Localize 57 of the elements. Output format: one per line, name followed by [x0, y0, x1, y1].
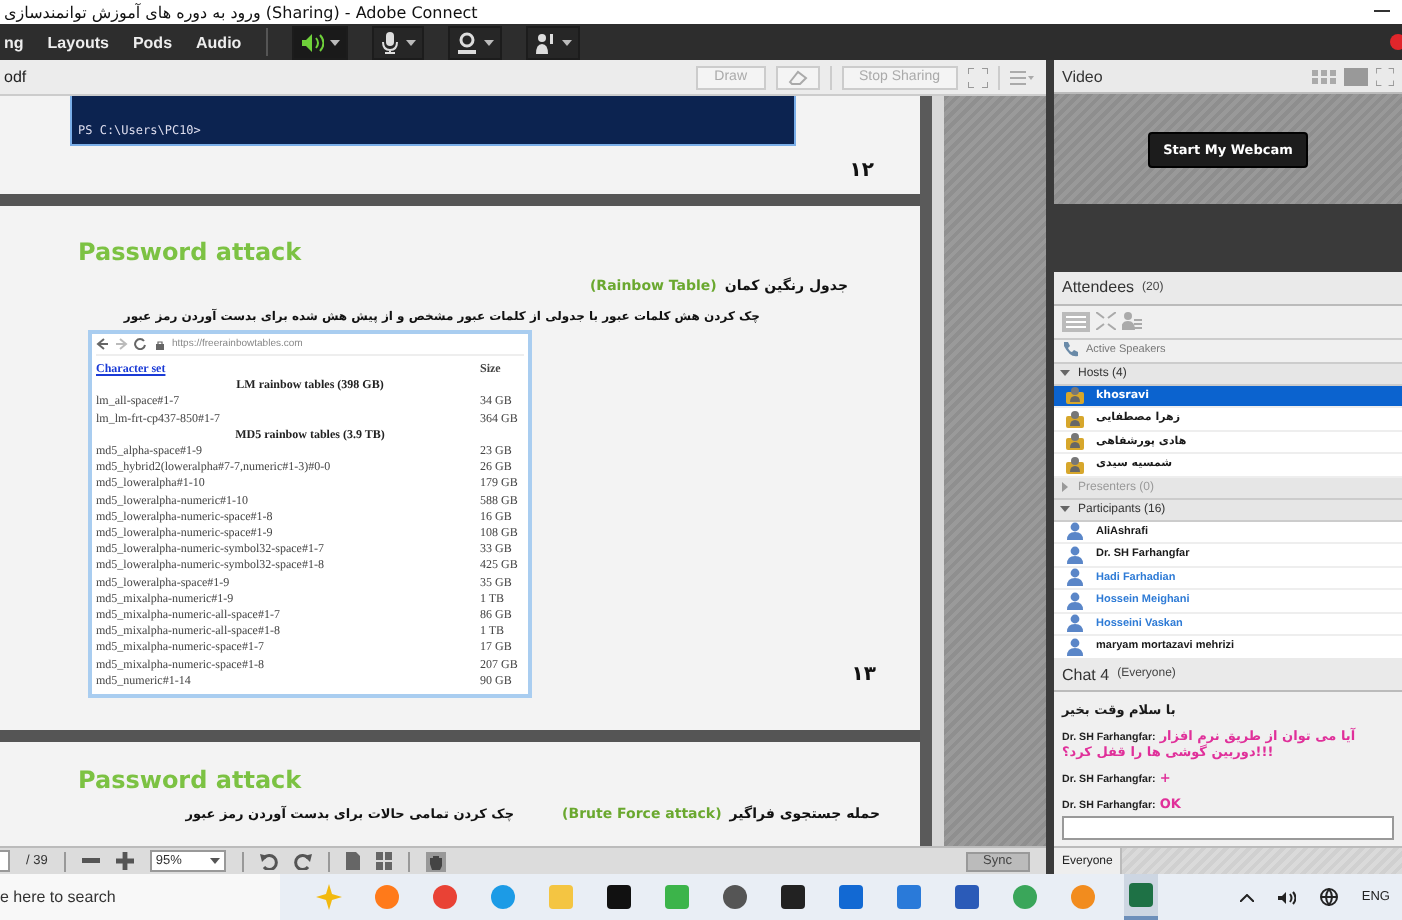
- eraser-icon: [787, 69, 808, 85]
- person-icon: [1066, 522, 1084, 541]
- person-icon: [1066, 545, 1084, 564]
- host-icon: [1066, 409, 1084, 428]
- chat-input-field[interactable]: [1062, 816, 1394, 840]
- person-icon: [1066, 568, 1084, 587]
- person-icon: [1066, 614, 1084, 633]
- media-toggle[interactable]: [447, 25, 502, 59]
- globe-icon[interactable]: [1319, 888, 1338, 906]
- menu-item[interactable]: Audio: [196, 33, 242, 51]
- eraser-button[interactable]: [775, 65, 820, 89]
- chevron-up-icon[interactable]: [1239, 893, 1254, 901]
- caret-icon: [209, 858, 220, 864]
- zoom-out-icon[interactable]: [81, 858, 100, 864]
- hand-tool-icon[interactable]: [425, 851, 446, 871]
- minimize-icon[interactable]: [1374, 10, 1390, 14]
- slide-heading: Password attack: [78, 238, 304, 266]
- scrollbar-thumb[interactable]: [932, 96, 944, 846]
- record-indicator-icon: [1390, 34, 1402, 50]
- undo-icon[interactable]: [259, 853, 278, 869]
- menu-item[interactable]: ng: [4, 33, 24, 51]
- caret-icon: [483, 39, 494, 45]
- phone-icon: [1062, 342, 1078, 359]
- caret-icon: [405, 39, 416, 45]
- host-icon: [1066, 432, 1084, 451]
- zoom-in-icon[interactable]: [115, 852, 134, 870]
- search-field[interactable]: e here to search: [0, 874, 280, 920]
- slide-heading: Password attack: [78, 766, 304, 794]
- fullscreen-icon[interactable]: [1376, 67, 1394, 85]
- fullscreen-icon[interactable]: [968, 67, 988, 87]
- speaker-icon[interactable]: [1277, 889, 1296, 905]
- person-icon: [1066, 637, 1084, 656]
- media-toggle[interactable]: [371, 25, 424, 59]
- pod-title: Attendees: [1062, 278, 1135, 297]
- two-page-icon[interactable]: [375, 852, 392, 870]
- menu-item[interactable]: Layouts: [47, 33, 109, 51]
- caret-icon: [1060, 368, 1070, 379]
- redo-icon[interactable]: [293, 853, 312, 869]
- pod-title: Video: [1062, 67, 1103, 85]
- media-toggle[interactable]: [525, 25, 580, 59]
- page-number: ۱۳: [851, 664, 876, 686]
- page-input-field[interactable]: [0, 850, 10, 872]
- person-icon: [1066, 591, 1084, 610]
- single-page-icon[interactable]: [345, 852, 360, 870]
- caret-icon: [561, 39, 572, 45]
- pod-title: odf: [4, 68, 27, 86]
- host-icon: [1066, 386, 1084, 405]
- single-view-icon[interactable]: [1344, 67, 1368, 85]
- host-icon: [1066, 455, 1084, 474]
- lock-icon: [156, 339, 164, 349]
- menu-item[interactable]: Pods: [132, 33, 173, 51]
- browser-nav-icon: [96, 338, 148, 350]
- media-toggle[interactable]: [291, 25, 348, 59]
- page-number: ۱۲: [849, 159, 874, 181]
- caret-icon: [329, 39, 340, 45]
- window-title: ورود به دوره های آموزش توانمندسازی (Sharing) - Adobe Connect: [4, 3, 478, 21]
- pod-title: Chat 4: [1062, 665, 1110, 683]
